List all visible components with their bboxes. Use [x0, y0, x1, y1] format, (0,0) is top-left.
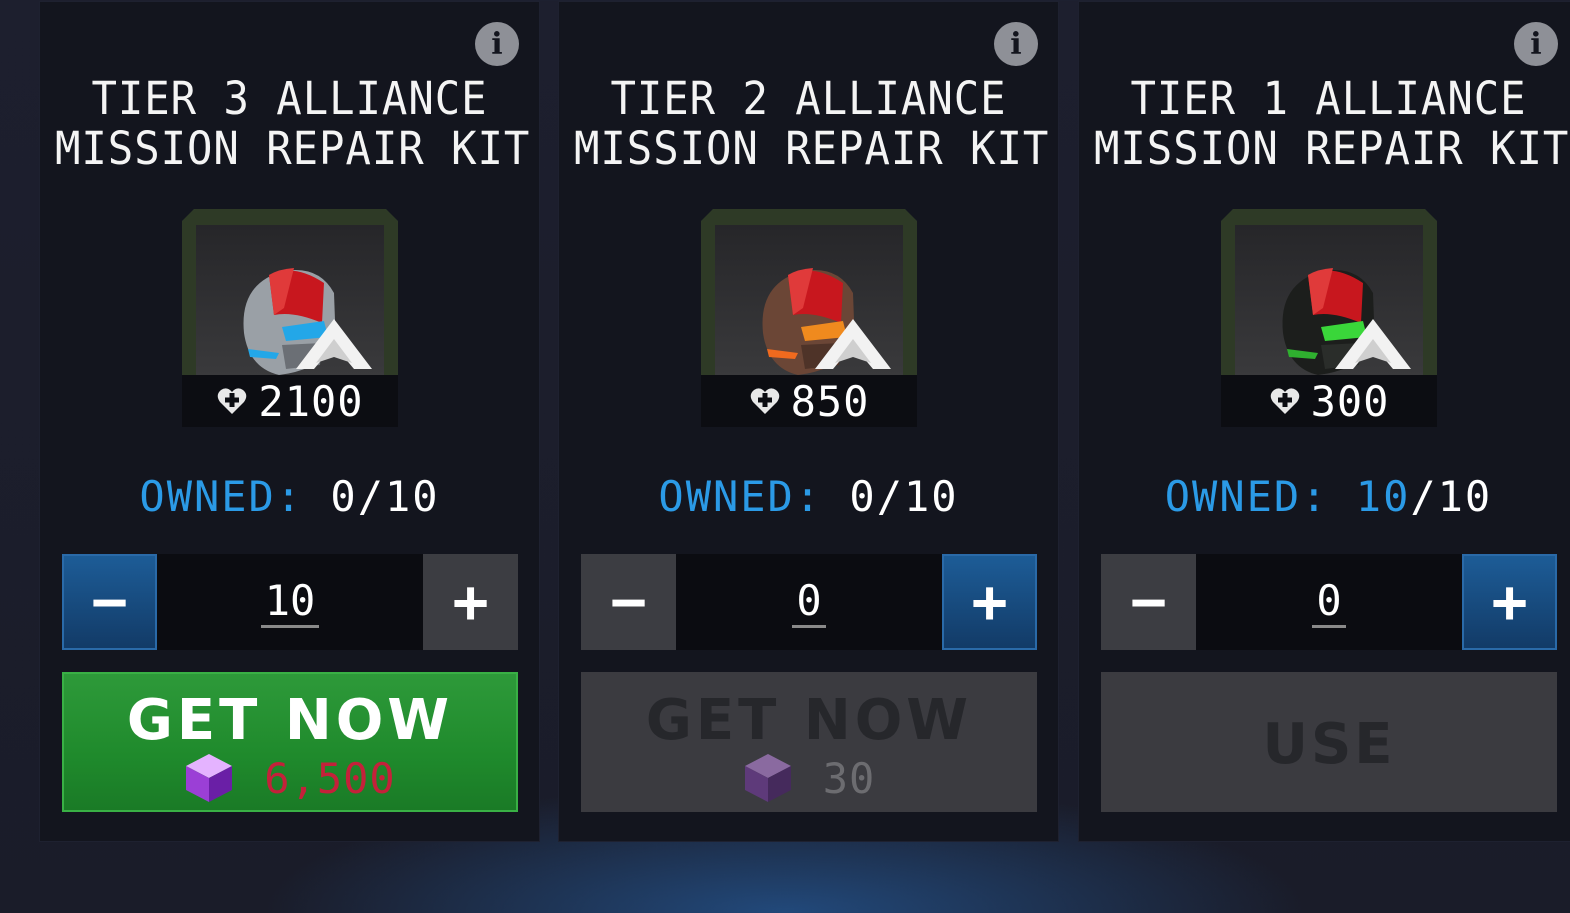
quantity-value: 10 — [260, 576, 320, 628]
title-line-1: TIER 2 ALLIANCE — [610, 72, 1007, 125]
action-label: USE — [1262, 712, 1396, 777]
use-button[interactable]: USE — [1101, 672, 1557, 812]
item-icon-frame[interactable]: 850 — [701, 209, 917, 427]
decrease-button[interactable]: − — [62, 554, 157, 650]
heal-amount-bar: 850 — [701, 375, 917, 427]
purple-cube-icon — [744, 754, 791, 802]
title-line-1: TIER 3 ALLIANCE — [91, 72, 488, 125]
card-title: TIER 3 ALLIANCE MISSION REPAIR KIT — [54, 72, 531, 175]
repair-kit-card-tier1: i TIER 1 ALLIANCE MISSION REPAIR KIT 300… — [1079, 2, 1570, 841]
action-label: GET NOW — [645, 688, 973, 753]
quantity-value: 0 — [1312, 576, 1346, 628]
quantity-stepper: − 0 + — [581, 554, 1037, 650]
heart-plus-icon — [216, 385, 248, 417]
decrease-button[interactable]: − — [581, 554, 676, 650]
quantity-field[interactable]: 0 — [676, 554, 942, 650]
heart-plus-icon — [749, 385, 781, 417]
quantity-field[interactable]: 0 — [1196, 554, 1462, 650]
info-icon[interactable]: i — [475, 22, 519, 66]
owned-max: /10 — [876, 472, 959, 521]
owned-max: /10 — [357, 472, 440, 521]
item-portrait — [1235, 225, 1423, 377]
owned-current: 10 — [1355, 472, 1411, 521]
purple-cube-icon — [186, 754, 233, 802]
owned-count: OWNED: 0/10 — [559, 472, 1058, 521]
item-icon-frame[interactable]: 2100 — [182, 209, 398, 427]
heal-amount-bar: 300 — [1221, 375, 1437, 427]
heal-value: 2100 — [258, 376, 364, 426]
quantity-stepper: − 0 + — [1101, 554, 1557, 650]
alliance-emblem-icon — [294, 317, 374, 377]
owned-current: 0 — [849, 472, 877, 521]
heal-value: 300 — [1310, 376, 1390, 426]
title-line-2: MISSION REPAIR KIT — [1093, 122, 1570, 175]
info-icon[interactable]: i — [1514, 22, 1558, 66]
price-row: 30 — [581, 752, 1037, 804]
card-title: TIER 1 ALLIANCE MISSION REPAIR KIT — [1093, 72, 1570, 175]
quantity-value: 0 — [792, 576, 826, 628]
increase-button[interactable]: + — [1462, 554, 1557, 650]
increase-button[interactable]: + — [942, 554, 1037, 650]
owned-count: OWNED: 0/10 — [40, 472, 539, 521]
item-portrait — [196, 225, 384, 377]
info-icon[interactable]: i — [994, 22, 1038, 66]
get-now-button[interactable]: GET NOW 30 — [581, 672, 1037, 812]
owned-label: OWNED: — [658, 472, 823, 521]
repair-kit-card-tier2: i TIER 2 ALLIANCE MISSION REPAIR KIT 850… — [559, 2, 1058, 841]
alliance-emblem-icon — [813, 317, 893, 377]
price-row: 6,500 — [62, 752, 518, 804]
decrease-button[interactable]: − — [1101, 554, 1196, 650]
item-icon-frame[interactable]: 300 — [1221, 209, 1437, 427]
owned-count: OWNED: 10/10 — [1079, 472, 1570, 521]
quantity-stepper: − 10 + — [62, 554, 518, 650]
owned-label: OWNED: — [139, 472, 304, 521]
owned-label: OWNED: — [1164, 472, 1329, 521]
item-portrait — [715, 225, 903, 377]
owned-current: 0 — [330, 472, 358, 521]
repair-kit-card-tier3: i TIER 3 ALLIANCE MISSION REPAIR KIT 210… — [40, 2, 539, 841]
price-value: 30 — [822, 753, 876, 803]
increase-button[interactable]: + — [423, 554, 518, 650]
price-value: 6,500 — [264, 753, 396, 803]
heart-plus-icon — [1269, 385, 1301, 417]
heal-value: 850 — [790, 376, 870, 426]
title-line-1: TIER 1 ALLIANCE — [1130, 72, 1527, 125]
title-line-2: MISSION REPAIR KIT — [573, 122, 1050, 175]
title-line-2: MISSION REPAIR KIT — [54, 122, 531, 175]
quantity-field[interactable]: 10 — [157, 554, 423, 650]
alliance-emblem-icon — [1333, 317, 1413, 377]
get-now-button[interactable]: GET NOW 6,500 — [62, 672, 518, 812]
heal-amount-bar: 2100 — [182, 375, 398, 427]
card-title: TIER 2 ALLIANCE MISSION REPAIR KIT — [573, 72, 1050, 175]
owned-max: /10 — [1410, 472, 1493, 521]
action-label: GET NOW — [126, 688, 454, 753]
